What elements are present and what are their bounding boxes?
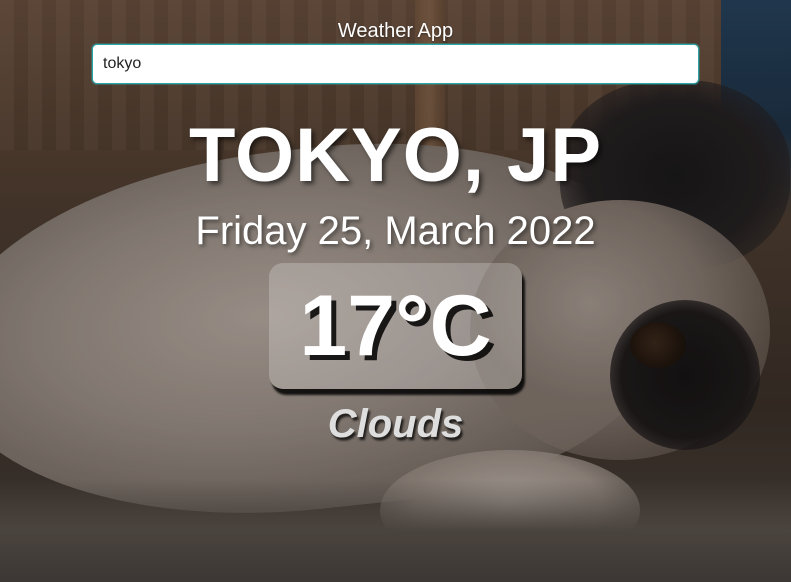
location-name: TOKYO, JP — [188, 113, 603, 198]
current-date: Friday 25, March 2022 — [195, 209, 596, 253]
app-title: Weather App — [337, 20, 454, 42]
weather-condition: Clouds — [327, 402, 464, 446]
temperature-card: 17°C — [269, 263, 522, 389]
weather-app: Weather App TOKYO, JP Friday 25, March 2… — [0, 0, 791, 582]
temperature-value: 17°C — [299, 278, 492, 374]
search-input[interactable] — [92, 44, 699, 84]
